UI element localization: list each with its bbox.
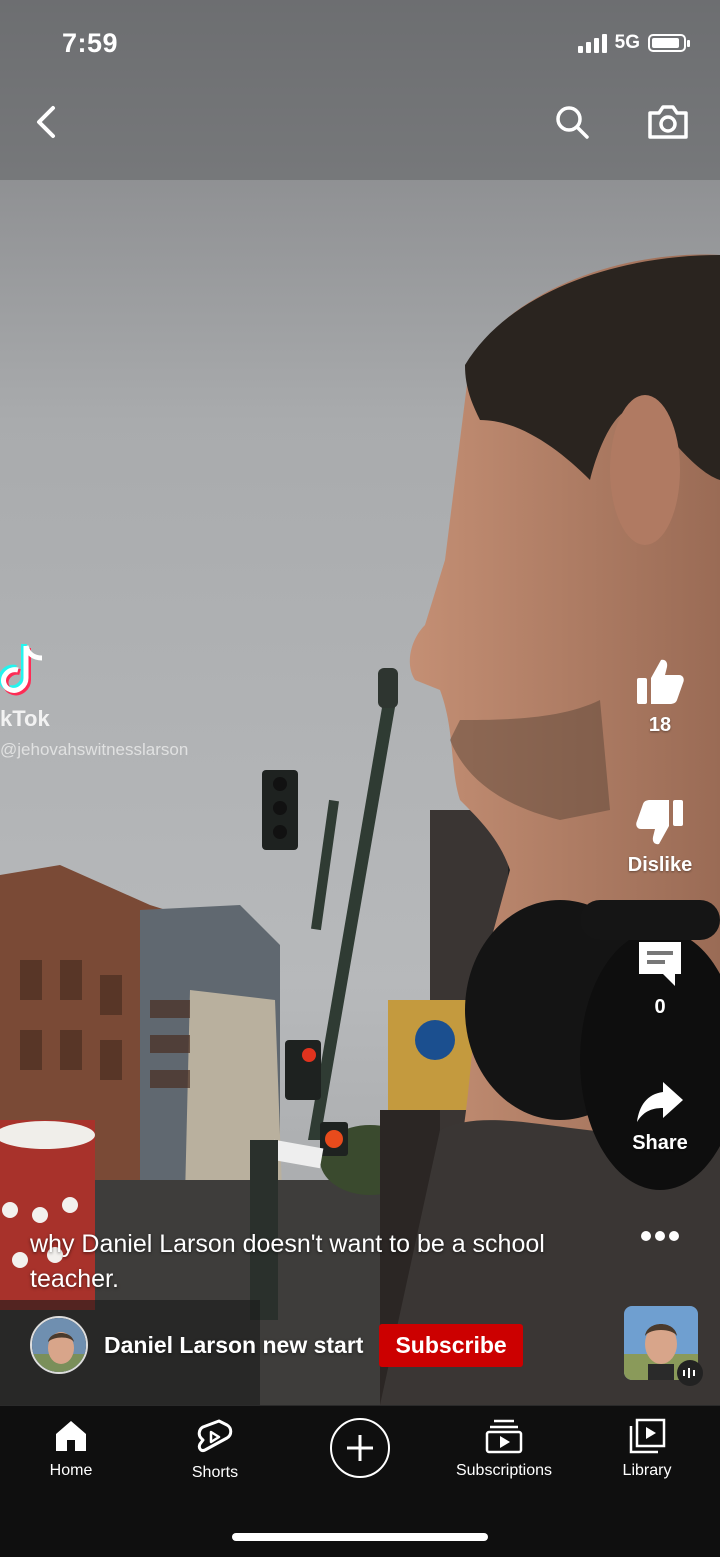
status-bar: 7:59 5G (0, 0, 720, 92)
nav-home-label: Home (49, 1462, 93, 1479)
share-label: Share (632, 1132, 688, 1154)
share-button[interactable]: Share (618, 1080, 702, 1155)
shorts-screen: 7:59 5G kTok @jehovahswitnesslarson 18 D… (0, 0, 720, 1557)
search-button[interactable] (548, 98, 596, 146)
channel-row: Daniel Larson new start Subscribe (30, 1316, 523, 1374)
dislike-icon (636, 800, 683, 845)
network-type: 5G (614, 32, 640, 53)
like-button[interactable]: 18 (618, 658, 702, 737)
nav-library[interactable]: Library (612, 1418, 682, 1480)
comments-count: 0 (654, 996, 666, 1018)
nav-library-label: Library (622, 1462, 672, 1479)
subscribe-button[interactable]: Subscribe (379, 1323, 523, 1367)
shorts-icon (197, 1419, 233, 1452)
nav-home[interactable]: Home (38, 1418, 104, 1480)
like-count: 18 (648, 714, 672, 736)
create-icon (347, 1435, 373, 1461)
dislike-label: Dislike (627, 854, 693, 876)
watermark-brand: kTok (0, 706, 50, 731)
like-icon (637, 659, 684, 704)
comment-icon (639, 942, 681, 986)
back-arrow-icon (37, 106, 55, 138)
create-button[interactable] (330, 1418, 390, 1478)
home-indicator[interactable] (232, 1533, 488, 1541)
nav-shorts-label: Shorts (191, 1464, 239, 1481)
home-icon (56, 1421, 86, 1451)
video-frame (0, 0, 720, 1405)
battery-icon (648, 34, 690, 52)
video-caption[interactable]: why Daniel Larson doesn't want to be a s… (30, 1227, 610, 1297)
more-button[interactable] (618, 1226, 702, 1246)
camera-icon (648, 105, 688, 139)
back-button[interactable] (22, 98, 70, 146)
library-icon (629, 1418, 666, 1454)
nav-shorts[interactable]: Shorts (180, 1418, 250, 1482)
watermark-handle: @jehovahswitnesslarson (0, 740, 189, 759)
nav-subscriptions-label: Subscriptions (455, 1462, 553, 1479)
comments-button[interactable]: 0 (618, 938, 702, 1019)
subscriptions-icon (485, 1419, 523, 1454)
video-player[interactable] (0, 0, 720, 1405)
status-indicators: 5G (577, 32, 690, 54)
share-icon (637, 1082, 683, 1122)
nav-subscriptions[interactable]: Subscriptions (444, 1418, 564, 1480)
dislike-button[interactable]: Dislike (618, 798, 702, 877)
signal-icon (577, 33, 607, 53)
camera-button[interactable] (644, 98, 692, 146)
avatar-image (32, 1318, 86, 1372)
channel-avatar[interactable] (30, 1316, 88, 1374)
tiktok-logo-icon (0, 644, 43, 696)
more-icon (641, 1231, 679, 1241)
sound-badge-icon (677, 1360, 703, 1386)
status-time: 7:59 (62, 28, 119, 58)
channel-name[interactable]: Daniel Larson new start (104, 1332, 363, 1359)
search-icon (556, 106, 589, 139)
